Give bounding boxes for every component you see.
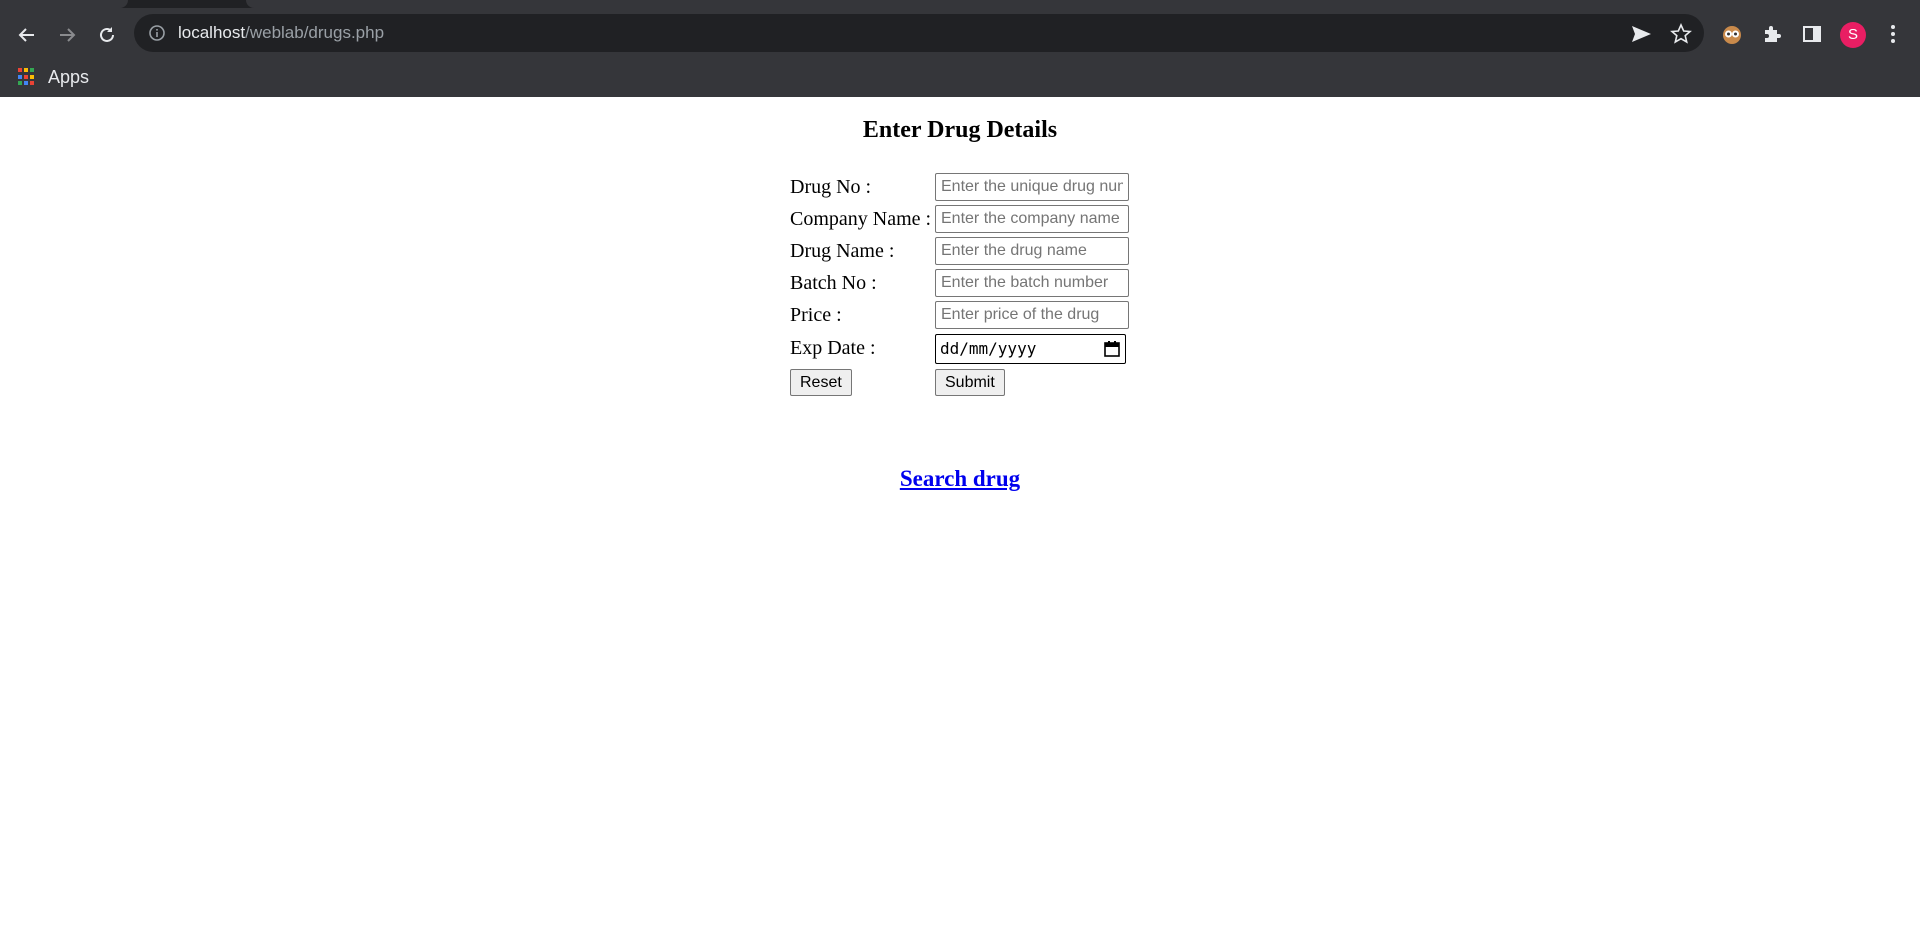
tab-strip-right: [246, 0, 1920, 8]
bookmark-star-icon[interactable]: [1670, 23, 1692, 45]
extensions-puzzle-icon[interactable]: [1759, 21, 1785, 47]
info-icon[interactable]: [148, 24, 166, 42]
bookmarks-bar: Apps: [0, 58, 1920, 97]
reload-icon: [100, 27, 114, 42]
back-arrow-icon: [18, 28, 34, 42]
url-path: /weblab/drugs.php: [245, 23, 385, 42]
search-drug-container: Search drug: [0, 466, 1920, 492]
side-panel-icon[interactable]: [1799, 21, 1825, 47]
forward-button[interactable]: [51, 19, 83, 51]
back-button[interactable]: [11, 19, 43, 51]
drug-no-label: Drug No :: [790, 176, 872, 198]
company-name-label: Company Name :: [790, 208, 932, 230]
page-content: Enter Drug Details Drug No : Company Nam…: [0, 97, 1918, 928]
address-bar[interactable]: localhost/weblab/drugs.php: [134, 14, 1704, 52]
tab-strip: [0, 0, 1920, 8]
profile-avatar[interactable]: S: [1840, 22, 1866, 48]
forward-arrow-icon: [60, 28, 76, 42]
price-label: Price :: [790, 304, 842, 326]
exp-date-label: Exp Date :: [790, 337, 876, 359]
browser-toolbar: localhost/weblab/drugs.php S: [0, 8, 1920, 58]
reload-button[interactable]: [91, 19, 123, 51]
price-input[interactable]: [935, 301, 1129, 329]
page-title: Enter Drug Details: [862, 117, 1058, 143]
batch-no-label: Batch No :: [790, 272, 877, 294]
search-drug-link[interactable]: Search drug: [900, 466, 1020, 491]
tab-strip-left: [0, 0, 128, 8]
send-icon[interactable]: [1630, 23, 1652, 45]
url-text[interactable]: localhost/weblab/drugs.php: [178, 14, 384, 52]
reset-button[interactable]: Reset: [790, 369, 852, 396]
submit-button[interactable]: Submit: [935, 369, 1005, 396]
exp-date-input[interactable]: dd/mm/yyyy: [935, 334, 1126, 364]
bookmark-apps[interactable]: Apps: [18, 66, 89, 88]
batch-no-input[interactable]: [935, 269, 1129, 297]
browser-chrome: localhost/weblab/drugs.php S Apps: [0, 0, 1920, 97]
drug-name-label: Drug Name :: [790, 240, 895, 262]
apps-grid-icon: [18, 68, 36, 86]
company-name-input[interactable]: [935, 205, 1129, 233]
drug-name-input[interactable]: [935, 237, 1129, 265]
url-host: localhost: [178, 23, 246, 42]
drug-no-input[interactable]: [935, 173, 1129, 201]
bookmark-apps-label: Apps: [48, 66, 90, 87]
extension-owl-icon[interactable]: [1719, 21, 1745, 47]
calendar-icon[interactable]: [1103, 340, 1121, 358]
exp-date-placeholder: dd/mm/yyyy: [940, 339, 1037, 358]
menu-kebab-icon[interactable]: [1880, 21, 1906, 47]
